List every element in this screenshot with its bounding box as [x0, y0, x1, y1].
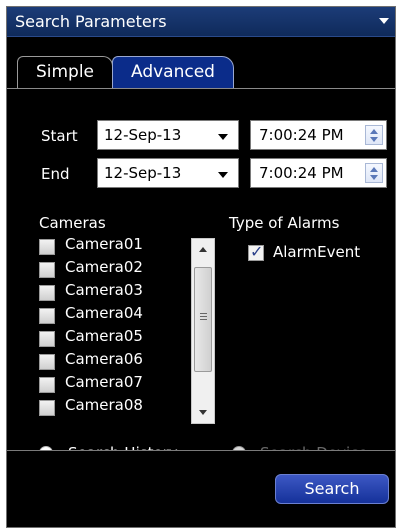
camera-checkbox[interactable] [39, 262, 55, 278]
start-date-picker[interactable]: 12-Sep-13 [97, 120, 239, 150]
tab-simple[interactable]: Simple [17, 56, 113, 88]
end-date-value: 12-Sep-13 [104, 164, 182, 182]
camera-checkbox[interactable] [39, 285, 55, 301]
camera-checkbox[interactable] [39, 377, 55, 393]
start-time-value: 7:00:24 PM [259, 126, 344, 144]
camera-label: Camera02 [65, 258, 143, 276]
scroll-up-icon[interactable] [199, 247, 207, 252]
list-item[interactable]: Camera02 [39, 258, 189, 280]
alarm-event-checkbox[interactable]: ✓ [248, 242, 264, 261]
end-date-picker[interactable]: 12-Sep-13 [97, 158, 239, 188]
camera-label: Camera07 [65, 373, 143, 391]
list-item[interactable]: Camera01 [39, 235, 189, 257]
start-date-value: 12-Sep-13 [104, 126, 182, 144]
start-label: Start [41, 127, 78, 145]
spin-updown-icon[interactable] [365, 125, 383, 145]
alarm-event-label: AlarmEvent [273, 243, 361, 261]
camera-label: Camera05 [65, 327, 143, 345]
dropdown-arrow-icon[interactable] [218, 172, 228, 178]
camera-checkbox[interactable] [39, 331, 55, 347]
list-item[interactable]: Camera05 [39, 327, 189, 349]
cameras-heading: Cameras [39, 214, 106, 232]
camera-label: Camera03 [65, 281, 143, 299]
panel-footer: Search [7, 450, 395, 527]
tab-advanced[interactable]: Advanced [112, 56, 234, 88]
end-time-field[interactable]: 7:00:24 PM [250, 158, 387, 188]
start-time-field[interactable]: 7:00:24 PM [250, 120, 387, 150]
chevron-down-icon[interactable] [379, 18, 389, 24]
camera-list-scrollbar[interactable] [191, 238, 215, 424]
list-item[interactable]: Camera06 [39, 350, 189, 372]
scrollbar-thumb[interactable] [194, 267, 212, 372]
camera-checkbox[interactable] [39, 239, 55, 255]
search-parameters-panel: Search Parameters Simple Advanced Start … [6, 6, 396, 528]
alarm-types-heading: Type of Alarms [229, 214, 340, 232]
end-time-value: 7:00:24 PM [259, 164, 344, 182]
camera-checkbox[interactable] [39, 400, 55, 416]
dropdown-arrow-icon[interactable] [218, 134, 228, 140]
advanced-tab-content: Start 12-Sep-13 7:00:24 PM End 12-Sep-13… [7, 88, 395, 462]
scroll-down-icon[interactable] [199, 410, 207, 415]
list-item[interactable]: Camera04 [39, 304, 189, 326]
camera-checkbox[interactable] [39, 354, 55, 370]
camera-checkbox[interactable] [39, 308, 55, 324]
end-label: End [41, 165, 70, 183]
panel-title: Search Parameters [15, 12, 167, 31]
camera-label: Camera08 [65, 396, 143, 414]
spin-updown-icon[interactable] [365, 163, 383, 183]
search-button[interactable]: Search [275, 474, 389, 504]
camera-label: Camera01 [65, 235, 143, 253]
tab-strip: Simple Advanced [7, 38, 395, 88]
camera-label: Camera06 [65, 350, 143, 368]
list-item[interactable]: Camera07 [39, 373, 189, 395]
panel-titlebar: Search Parameters [7, 7, 395, 37]
camera-label: Camera04 [65, 304, 143, 322]
check-icon: ✓ [250, 242, 264, 261]
list-item[interactable]: Camera03 [39, 281, 189, 303]
list-item[interactable]: Camera08 [39, 396, 189, 418]
